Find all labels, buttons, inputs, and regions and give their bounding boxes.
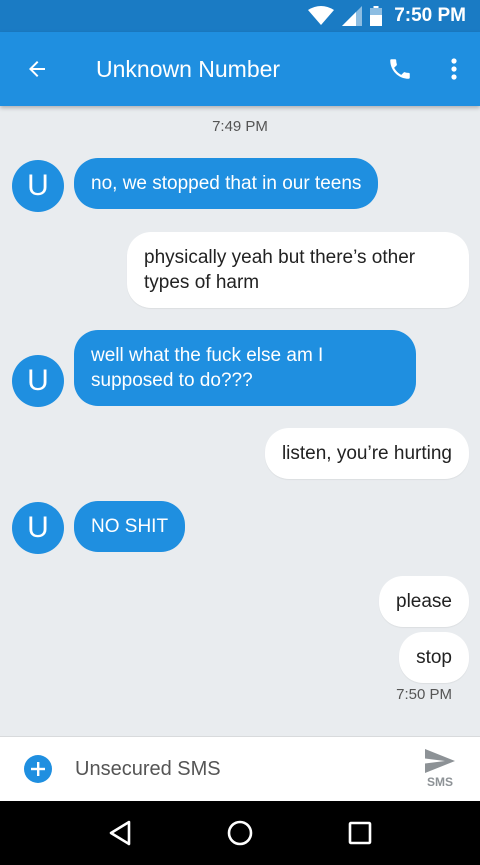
incoming-message[interactable]: NO SHIT xyxy=(74,501,186,552)
message-timestamp: 7:49 PM xyxy=(212,118,268,135)
more-options-button[interactable] xyxy=(428,32,480,106)
outgoing-message[interactable]: please xyxy=(379,576,469,627)
system-navigation-bar xyxy=(0,801,480,865)
avatar-letter: U xyxy=(27,169,49,202)
message-text: NO SHIT xyxy=(91,516,169,537)
nav-recents-button[interactable] xyxy=(330,803,390,863)
phone-icon xyxy=(390,59,410,79)
incoming-message[interactable]: no, we stopped that in our teens xyxy=(74,158,379,209)
message-input[interactable] xyxy=(75,757,400,781)
message-text: well what the fuck else am I supposed to… xyxy=(91,345,324,391)
outgoing-message[interactable]: stop xyxy=(399,632,469,683)
square-recents-icon xyxy=(348,821,372,845)
send-button[interactable]: SMS xyxy=(400,737,480,802)
message-text: no, we stopped that in our teens xyxy=(91,173,362,194)
back-button[interactable] xyxy=(0,32,74,106)
outgoing-message[interactable]: physically yeah but there’s other types … xyxy=(127,232,469,308)
plus-icon xyxy=(31,762,45,776)
page-title: Unknown Number xyxy=(96,55,281,82)
wifi-icon xyxy=(308,6,335,25)
status-bar: 7:50 PM xyxy=(0,0,480,32)
avatar[interactable]: U xyxy=(12,355,64,407)
status-icons xyxy=(308,6,383,26)
incoming-message[interactable]: well what the fuck else am I supposed to… xyxy=(74,330,416,406)
triangle-back-icon xyxy=(109,820,131,846)
conversation-thread[interactable]: 7:49 PM U no, we stopped that in our tee… xyxy=(0,106,480,736)
call-button[interactable] xyxy=(372,32,428,106)
message-composer: SMS xyxy=(0,736,480,801)
message-timestamp: 7:50 PM xyxy=(396,686,452,703)
nav-home-button[interactable] xyxy=(210,803,270,863)
message-text: please xyxy=(396,591,452,612)
avatar-letter: U xyxy=(27,364,49,397)
cellular-signal-icon xyxy=(342,6,363,26)
message-text: physically yeah but there’s other types … xyxy=(144,247,416,293)
battery-icon xyxy=(370,6,383,26)
message-text: listen, you’re hurting xyxy=(281,443,452,464)
circle-home-icon xyxy=(227,820,253,846)
avatar[interactable]: U xyxy=(12,160,64,212)
add-attachment-button[interactable] xyxy=(24,755,52,783)
arrow-back-icon xyxy=(29,61,45,77)
app-bar: Unknown Number xyxy=(0,32,480,106)
send-label: SMS xyxy=(426,775,453,789)
status-time: 7:50 PM xyxy=(394,5,466,26)
avatar[interactable]: U xyxy=(12,502,64,554)
more-vert-icon xyxy=(451,58,457,80)
outgoing-message[interactable]: listen, you’re hurting xyxy=(264,428,469,479)
avatar-letter: U xyxy=(27,511,49,544)
message-text: stop xyxy=(416,647,452,668)
nav-back-button[interactable] xyxy=(90,803,150,863)
send-icon xyxy=(425,749,455,773)
